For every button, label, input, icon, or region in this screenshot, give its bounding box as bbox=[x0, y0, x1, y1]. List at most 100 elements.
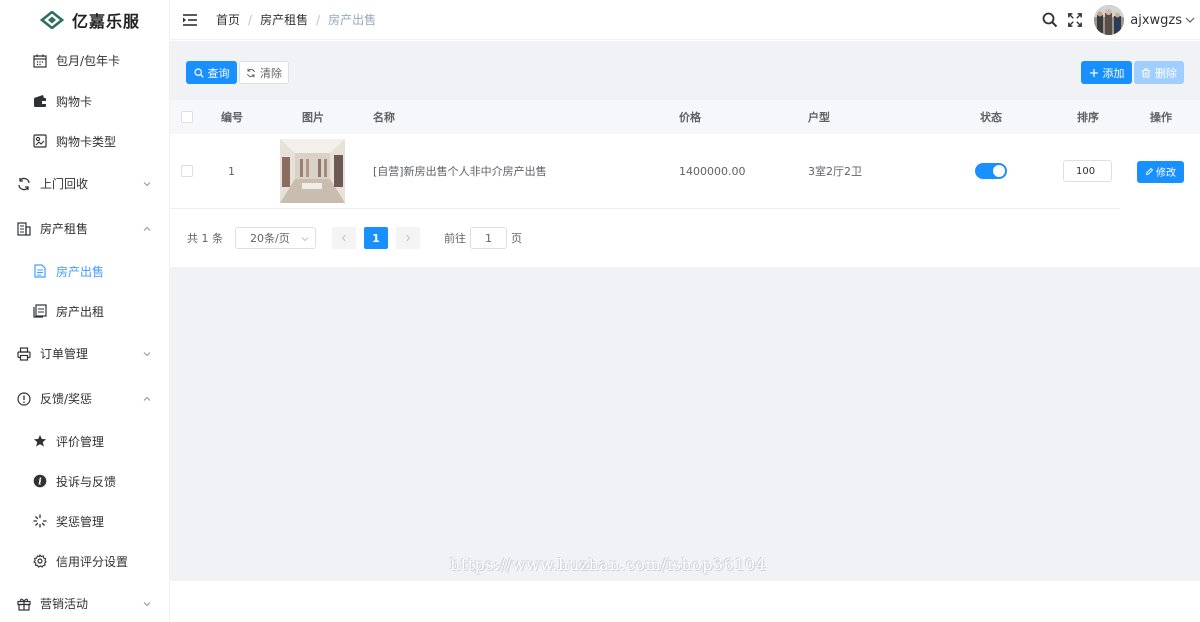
goto-page-input[interactable]: 1 bbox=[470, 227, 507, 249]
fullscreen-icon[interactable] bbox=[1068, 13, 1083, 27]
sort-input[interactable]: 100 bbox=[1063, 160, 1112, 182]
copy-icon bbox=[32, 303, 48, 319]
sidebar-item-credit-score-settings[interactable]: 信用评分设置 bbox=[0, 541, 169, 581]
breadcrumb-home[interactable]: 首页 bbox=[216, 11, 240, 28]
row-image-cell bbox=[280, 134, 345, 208]
col-header-status: 状态 bbox=[980, 111, 1002, 124]
status-toggle[interactable] bbox=[975, 163, 1007, 179]
sidebar-item-order-management[interactable]: 订单管理 bbox=[0, 331, 169, 376]
sidebar-item-monthly-card[interactable]: 包月/包年卡 bbox=[0, 40, 169, 81]
username[interactable]: ajxwgzs bbox=[1130, 13, 1182, 28]
col-header-name: 名称 bbox=[373, 111, 395, 124]
info-circle-icon bbox=[16, 391, 32, 407]
select-all-checkbox[interactable] bbox=[181, 111, 193, 123]
menu-fold-icon[interactable] bbox=[182, 13, 198, 27]
edit-button[interactable]: 修改 bbox=[1137, 160, 1184, 183]
toolbar: 查询 清除 添加 删除 bbox=[170, 41, 1200, 100]
clear-button[interactable]: 清除 bbox=[239, 61, 289, 84]
sidebar-item-rewards-penalties[interactable]: 奖惩管理 bbox=[0, 501, 169, 541]
add-button[interactable]: 添加 bbox=[1081, 61, 1132, 84]
document-icon bbox=[32, 263, 48, 279]
sidebar-item-property-rent[interactable]: 房产出租 bbox=[0, 291, 169, 331]
sidebar-item-label: 奖惩管理 bbox=[56, 514, 105, 529]
sidebar-item-property-rental-sale[interactable]: 房产租售 bbox=[0, 206, 169, 251]
loading-icon bbox=[32, 513, 48, 529]
pagination: 共 1 条 20条/页 1 前往 1 页 bbox=[170, 209, 1200, 267]
breadcrumb-separator: / bbox=[248, 12, 253, 27]
page-number-current[interactable]: 1 bbox=[364, 227, 388, 249]
sidebar-item-label: 上门回收 bbox=[40, 177, 89, 191]
breadcrumb-property[interactable]: 房产租售 bbox=[260, 11, 308, 28]
sidebar-item-marketing[interactable]: 营销活动 bbox=[0, 581, 169, 622]
watermark-text: https://www.huzhan.com/ishop36104 bbox=[450, 555, 767, 574]
star-icon bbox=[32, 433, 48, 449]
top-header: 首页 / 房产租售 / 房产出售 ajxwgzs bbox=[170, 0, 1200, 40]
property-table: 编号 图片 名称 价格 户型 状态 排序 操作 1 [自营]新房出售个人非中介房… bbox=[170, 100, 1200, 209]
svg-text:i: i bbox=[38, 478, 42, 488]
pagination-total: 共 1 条 bbox=[187, 232, 223, 245]
main-content: 查询 清除 添加 删除 编号 图片 名称 价格 户型 状态 排序 操作 1 [自… bbox=[170, 41, 1200, 581]
page-size-select[interactable]: 20条/页 bbox=[235, 227, 316, 249]
delete-button-label: 删除 bbox=[1155, 66, 1177, 80]
sidebar-item-complaints-feedback[interactable]: i 投诉与反馈 bbox=[0, 461, 169, 501]
sidebar-item-shopping-card[interactable]: 购物卡 bbox=[0, 81, 169, 121]
query-button[interactable]: 查询 bbox=[186, 61, 237, 84]
chevron-left-icon bbox=[341, 234, 346, 242]
calendar-icon bbox=[32, 53, 48, 69]
next-page-button[interactable] bbox=[396, 227, 420, 249]
col-header-id: 编号 bbox=[221, 111, 243, 124]
delete-button[interactable]: 删除 bbox=[1134, 61, 1184, 84]
row-layout: 3室2厅2卫 bbox=[808, 165, 862, 178]
search-icon[interactable] bbox=[1042, 12, 1058, 28]
refresh-icon bbox=[247, 68, 255, 77]
table-row: 1 [自营]新房出售个人非中介房产出售 1400000.00 3室2厅2卫 10… bbox=[170, 134, 1120, 209]
query-button-label: 查询 bbox=[207, 66, 230, 80]
sidebar-item-label: 投诉与反馈 bbox=[56, 474, 117, 489]
printer-icon bbox=[16, 346, 32, 362]
property-thumbnail[interactable] bbox=[280, 139, 345, 203]
row-actions-cell: 修改 bbox=[1137, 134, 1184, 209]
chevron-down-icon[interactable] bbox=[1185, 15, 1195, 25]
brand-logo[interactable]: 亿嘉乐服 bbox=[0, 0, 169, 40]
row-status-cell bbox=[975, 134, 1007, 208]
sidebar-item-label: 评价管理 bbox=[56, 434, 105, 449]
chevron-down-icon bbox=[143, 181, 151, 186]
clear-button-label: 清除 bbox=[260, 66, 282, 80]
chevron-up-icon bbox=[143, 396, 151, 401]
goto-suffix: 页 bbox=[511, 232, 522, 245]
col-header-price: 价格 bbox=[679, 111, 701, 124]
breadcrumb-separator: / bbox=[316, 12, 321, 27]
sidebar-item-label: 反馈/奖惩 bbox=[40, 392, 93, 406]
avatar[interactable] bbox=[1094, 5, 1125, 35]
trash-icon bbox=[1142, 67, 1150, 77]
building-icon bbox=[16, 221, 32, 237]
sidebar-item-label: 购物卡类型 bbox=[56, 134, 117, 149]
goto-prefix: 前往 bbox=[444, 232, 466, 245]
prev-page-button[interactable] bbox=[332, 227, 356, 249]
sidebar-item-label: 信用评分设置 bbox=[56, 554, 129, 569]
sidebar-item-label: 订单管理 bbox=[40, 347, 89, 361]
sidebar-item-feedback-rewards[interactable]: 反馈/奖惩 bbox=[0, 376, 169, 421]
chevron-up-icon bbox=[143, 226, 151, 231]
col-header-image: 图片 bbox=[302, 111, 324, 124]
row-price: 1400000.00 bbox=[679, 164, 746, 178]
row-id: 1 bbox=[228, 164, 235, 178]
sidebar-item-label: 房产出租 bbox=[56, 304, 105, 319]
gift-icon bbox=[16, 596, 32, 612]
row-checkbox[interactable] bbox=[181, 165, 193, 177]
sidebar-item-shopping-card-type[interactable]: 购物卡类型 bbox=[0, 121, 169, 161]
brand-name: 亿嘉乐服 bbox=[72, 12, 141, 31]
search-icon bbox=[193, 67, 204, 78]
sidebar-item-home-recycle[interactable]: 上门回收 bbox=[0, 161, 169, 206]
table-header: 编号 图片 名称 价格 户型 状态 排序 操作 bbox=[170, 100, 1200, 134]
sidebar-item-label: 包月/包年卡 bbox=[56, 54, 121, 68]
sidebar-item-review-management[interactable]: 评价管理 bbox=[0, 421, 169, 461]
sidebar-item-property-sale[interactable]: 房产出售 bbox=[0, 251, 169, 291]
row-sort-cell: 100 bbox=[1063, 134, 1112, 208]
col-header-actions: 操作 bbox=[1150, 111, 1172, 124]
sidebar-menu: 包月/包年卡 购物卡 购物卡类型 上门回收 房产租售 房产出售 房产出租 订单管… bbox=[0, 40, 169, 622]
select-all-checkbox-cell bbox=[181, 100, 193, 134]
chevron-right-icon bbox=[406, 234, 411, 242]
row-checkbox-cell bbox=[181, 134, 193, 208]
info-filled-icon: i bbox=[32, 473, 48, 489]
